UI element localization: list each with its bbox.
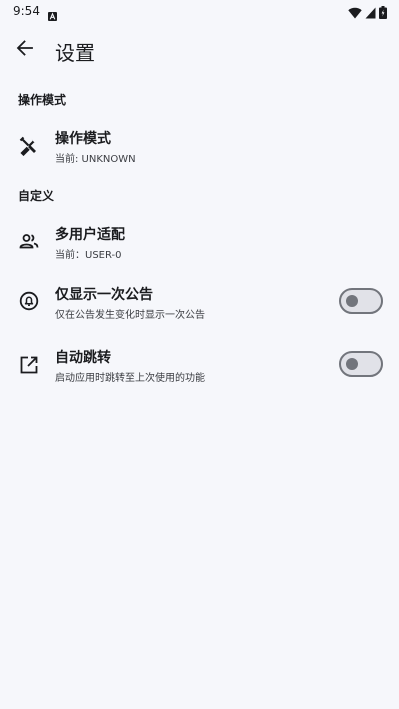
pref-title: 自动跳转	[55, 350, 111, 366]
section-header-custom: 自定义	[18, 189, 55, 203]
accessibility-notification-icon	[48, 6, 57, 21]
pref-summary: 启动应用时跳转至上次使用的功能	[55, 373, 205, 384]
page-title: 设置	[55, 41, 95, 65]
pref-multi-user[interactable]: 多用户适配 当前：USER-0	[0, 214, 399, 270]
top-app-bar: 设置	[0, 24, 399, 76]
arrow-back-icon	[16, 39, 34, 61]
status-icons	[348, 4, 387, 23]
pref-summary: 当前：USER-0	[55, 250, 122, 261]
pref-title: 仅显示一次公告	[55, 287, 153, 303]
switch-thumb	[346, 295, 358, 307]
status-time: 9:54	[13, 4, 40, 18]
auto-jump-switch[interactable]	[339, 351, 383, 377]
switch-thumb	[346, 358, 358, 370]
battery-icon	[379, 4, 387, 23]
tools-icon	[18, 135, 40, 157]
wifi-icon	[348, 4, 362, 23]
show-announcement-once-switch[interactable]	[339, 288, 383, 314]
back-button[interactable]	[11, 36, 39, 64]
pref-operation-mode[interactable]: 操作模式 当前: UNKNOWN	[0, 118, 399, 174]
status-bar: 9:54	[0, 0, 399, 24]
pref-summary: 仅在公告发生变化时显示一次公告	[55, 310, 205, 321]
notification-icon	[18, 290, 40, 312]
open-in-new-icon	[18, 354, 40, 376]
section-header-operation-mode: 操作模式	[18, 93, 67, 107]
signal-icon	[365, 4, 376, 23]
settings-screen: 9:54 设置 操作模式 操作模式 当前: UNKNOWN 自定义 多用户适配 …	[0, 0, 399, 709]
people-icon	[18, 230, 40, 252]
pref-summary: 当前: UNKNOWN	[55, 154, 136, 165]
pref-title: 多用户适配	[55, 227, 125, 243]
pref-title: 操作模式	[55, 131, 111, 147]
pref-auto-jump[interactable]: 自动跳转 启动应用时跳转至上次使用的功能	[0, 337, 399, 393]
pref-show-announcement-once[interactable]: 仅显示一次公告 仅在公告发生变化时显示一次公告	[0, 274, 399, 330]
